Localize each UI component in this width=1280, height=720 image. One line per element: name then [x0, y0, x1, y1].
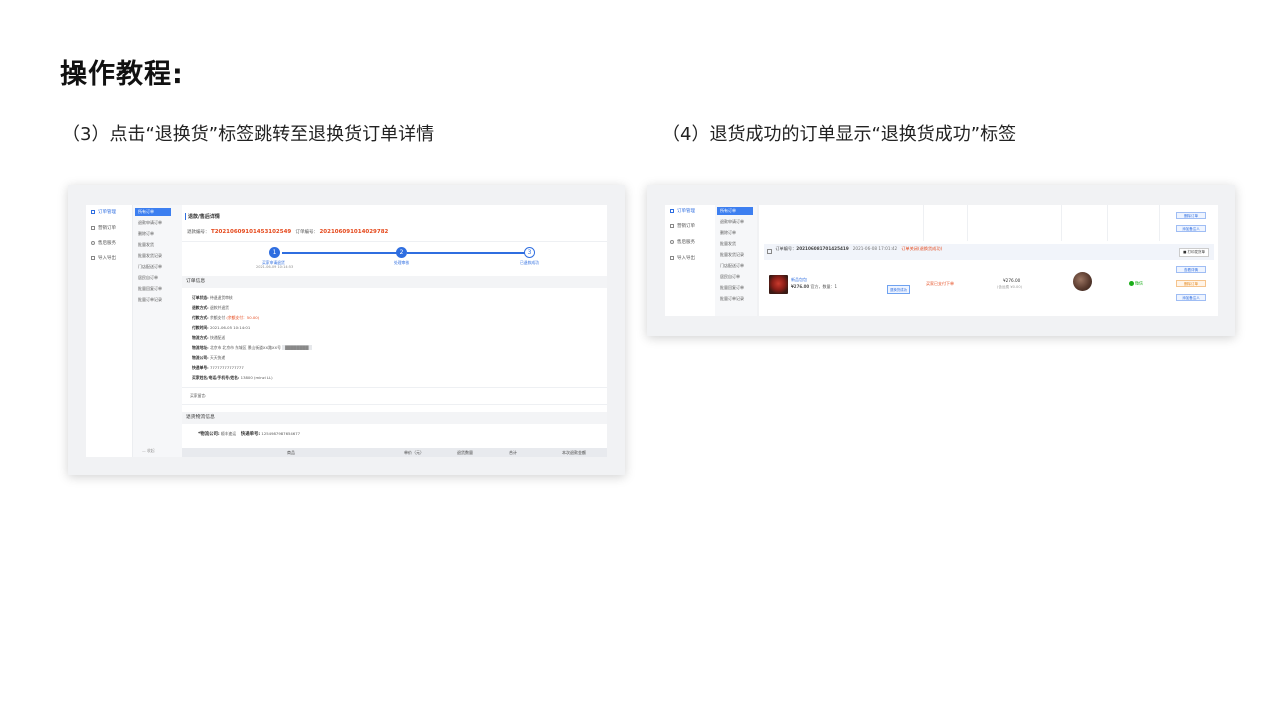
nav-item-import-export[interactable]: 导入导出	[91, 255, 116, 261]
payment-status: 买家已支付下单	[926, 281, 954, 286]
info-tracking-number: 快递单号: 77777777777777	[192, 365, 244, 370]
sub-nav-batch-reply[interactable]: 批量回复订单	[138, 286, 162, 292]
aftersale-icon	[91, 240, 95, 245]
slide-title: 操作教程:	[60, 59, 184, 90]
nav-item-marketing[interactable]: 营销订单	[91, 225, 116, 231]
payment-channel: 微信	[1129, 281, 1143, 286]
print-shipping-button[interactable]: ■ 打印发货单	[1179, 248, 1209, 257]
screenshot-refund-detail: 订单管理 营销订单 售后服务 导入导出 所有订单 退款申请订单 删除订单 批量发…	[68, 185, 625, 475]
info-logistics-method: 物流方式: 快递配送	[192, 335, 226, 340]
screenshot-order-list: 订单管理 营销订单 售后服务 导入导出 所有订单 退款申请订单 删除订单 批量发…	[647, 185, 1235, 336]
delete-order-button[interactable]: 删除订单	[1176, 280, 1206, 287]
sub-nav-all-orders[interactable]: 所有订单	[135, 208, 171, 216]
progress-line-2	[407, 252, 525, 254]
refund-detail-panel: 退款/售后详情 退款编号： T202106091014531025​49 订单编…	[182, 205, 607, 457]
step-4-caption: （4）退货成功的订单显示“退换货成功”标签	[662, 124, 1017, 145]
product-name[interactable]: 新品包包	[791, 277, 807, 283]
order-time: 2021-06-08 17:01:42	[852, 246, 898, 251]
sub-nav-batch-ship-log[interactable]: 批量发货记录	[138, 253, 162, 259]
refund-success-badge[interactable]: 退换货成功	[887, 285, 910, 294]
refund-number: T202106091014531025​49	[210, 229, 292, 235]
th-refund-amount: 本次退款金额	[562, 450, 586, 455]
step-3-label: 已退款成功	[520, 260, 539, 265]
primary-nav: 订单管理 营销订单 售后服务 导入导出	[86, 205, 132, 457]
order-select-checkbox[interactable]	[767, 249, 772, 254]
nav-item-import-export-right[interactable]: 导入导出	[670, 255, 695, 261]
info-logistics-company: 物流公司: 天天快递	[192, 355, 226, 360]
step-1-circle: 1	[269, 247, 280, 258]
sub-nav-batch-log-right[interactable]: 批量订单记录	[720, 296, 744, 302]
sub-nav-refund-orders-right[interactable]: 退款申请订单	[720, 219, 744, 225]
sub-nav-batch-ship[interactable]: 批量发货	[138, 242, 154, 248]
sub-nav-store-delivery[interactable]: 门店配送订单	[138, 264, 162, 270]
panel-title: 退款/售后详情	[185, 213, 220, 220]
sub-nav-batch-ship-log-right[interactable]: 批量发货记录	[720, 252, 744, 258]
order-number-right: 202106081701425419	[796, 246, 849, 251]
view-detail-button[interactable]: 查看详情	[1176, 266, 1206, 273]
nav-item-orders[interactable]: 订单管理	[91, 209, 116, 215]
order-total: ¥276.00	[1003, 278, 1021, 283]
wechat-icon	[1129, 281, 1134, 286]
buyer-remark: 买家留言:	[190, 393, 207, 398]
return-logistics-section: 退货物流信息	[182, 412, 607, 424]
order-header-bar: 订单编号：202106081701425419 2021-06-08 17:01…	[764, 244, 1214, 260]
nav-item-aftersale-right[interactable]: 售后服务	[670, 239, 695, 245]
nav-item-marketing-right[interactable]: 营销订单	[670, 223, 695, 229]
orders-icon	[91, 209, 95, 214]
progress-line-1	[282, 252, 397, 254]
step-2-circle: 2	[396, 247, 407, 258]
product-thumbnail[interactable]	[769, 275, 788, 294]
th-goods: 商品	[287, 450, 295, 455]
primary-nav-right: 订单管理 营销订单 售后服务 导入导出	[665, 205, 715, 316]
sub-nav-refund-orders[interactable]: 退款申请订单	[138, 220, 162, 226]
sub-nav-self-orders-right[interactable]: 居民自订单	[720, 274, 740, 280]
info-logistics-address: 物流地址: 北京市 北京市 东城区 景山街道XX路XX号 ████████	[192, 345, 312, 351]
th-total: 合计	[509, 450, 517, 455]
sub-nav-batch-reply-right[interactable]: 批量回复订单	[720, 285, 744, 291]
sub-nav-all-orders-right[interactable]: 所有订单	[717, 207, 753, 215]
step-3-caption: （3）点击“退换货”标签跳转至退换货订单详情	[62, 124, 435, 145]
sub-nav-store-delivery-right[interactable]: 门店配送订单	[720, 263, 744, 269]
nav-item-orders-right[interactable]: 订单管理	[670, 208, 695, 214]
th-unit-price: 单价（元）	[404, 450, 424, 455]
secondary-nav: 所有订单 退款申请订单 删除订单 批量发货 批量发货记录 门店配送订单 居民自订…	[132, 205, 182, 457]
marketing-icon	[91, 225, 95, 230]
sub-nav-self-orders[interactable]: 居民自订单	[138, 275, 158, 281]
info-payment-method: 付款方式: 余额支付 (余额支付：50.00)	[192, 315, 260, 320]
import-icon	[91, 255, 95, 260]
info-order-status: 订单状态: 待退退货审核	[192, 295, 233, 300]
collapse-button[interactable]: — 收起	[142, 448, 155, 454]
nav-item-aftersale[interactable]: 售后服务	[91, 240, 116, 246]
delete-order-button-top[interactable]: 删除订单	[1176, 212, 1206, 219]
aftersale-icon	[670, 239, 674, 244]
order-number: 20210609101402​9782	[319, 229, 389, 235]
info-refund-method: 退款方式: 退款并退货	[192, 305, 229, 310]
orders-icon	[670, 208, 674, 213]
refund-number-line: 退款编号： T202106091014531025​49 订单编号： 20210…	[187, 229, 389, 235]
import-icon	[670, 255, 674, 260]
order-list-panel: 删除订单 添加备注人 订单编号：202106081701425419 2021-…	[759, 205, 1218, 316]
buyer-avatar	[1073, 272, 1092, 291]
step-1-time: 2021-06-09 10:14:53	[256, 265, 294, 269]
order-total-note: (含运费 ¥0.00)	[997, 285, 1023, 289]
order-status-closed: 订单关闭(退换货成功)	[901, 246, 943, 251]
th-return-qty: 退货数量	[457, 450, 473, 455]
sub-nav-batch-log[interactable]: 批量订单记录	[138, 297, 162, 303]
marketing-icon	[670, 223, 674, 228]
sub-nav-deleted-orders[interactable]: 删除订单	[138, 231, 154, 237]
add-remark-button-top[interactable]: 添加备注人	[1176, 225, 1206, 232]
info-payment-time: 付款时间: 2021-06-05 10:14:01	[192, 325, 251, 330]
return-logistics-line: *物流公司: 顺丰速运 快递单号: 1254987987654677	[198, 431, 301, 437]
step-2-label: 处理审核	[394, 260, 410, 265]
add-remark-button[interactable]: 添加备注人	[1176, 294, 1206, 301]
info-buyer-contact: 买家姓名/电话/手机号/姓名: 13800 (minzi LL)	[192, 375, 273, 380]
order-info-section: 订单信息	[182, 276, 607, 288]
goods-table-header: 商品 单价（元） 退货数量 合计 本次退款金额	[182, 448, 607, 457]
sub-nav-batch-ship-right[interactable]: 批量发货	[720, 241, 736, 247]
printer-icon: ■	[1183, 250, 1187, 254]
step-3-circle: 3	[524, 247, 535, 258]
product-price-line: ¥276.00 官方，数量：1	[791, 284, 838, 289]
sub-nav-deleted-orders-right[interactable]: 删除订单	[720, 230, 736, 236]
secondary-nav-right: 所有订单 退款申请订单 删除订单 批量发货 批量发货记录 门店配送订单 居民自订…	[715, 205, 757, 316]
